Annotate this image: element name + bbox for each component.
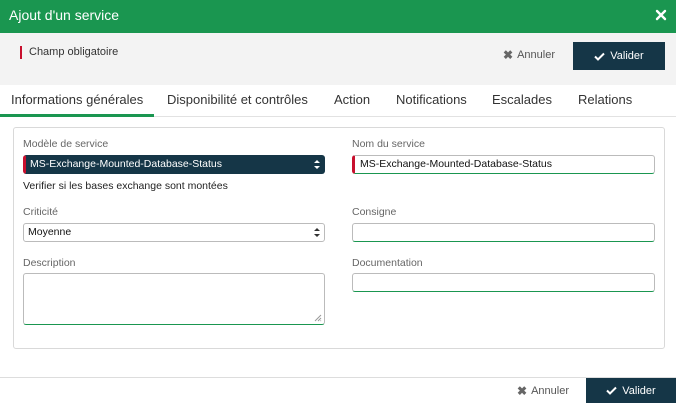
submit-label: Valider [610, 50, 644, 62]
resize-grip-icon[interactable] [314, 314, 322, 322]
cancel-label: Annuler [517, 49, 555, 61]
close-icon: ✖ [517, 384, 528, 398]
documentation-input[interactable] [352, 273, 655, 292]
service-name-value: MS-Exchange-Mounted-Database-Status [360, 158, 553, 170]
select-arrows-icon [314, 228, 320, 237]
cancel-label: Annuler [531, 385, 569, 397]
service-name-label: Nom du service [352, 138, 425, 150]
submit-label: Valider [622, 384, 656, 397]
documentation-label: Documentation [352, 257, 423, 269]
cancel-button-top[interactable]: ✖ Annuler [503, 47, 555, 63]
tab-disponibilite-controles[interactable]: Disponibilité et contrôles [167, 92, 308, 107]
select-arrows-icon [314, 160, 320, 169]
service-model-hint: Verifier si les bases exchange sont mont… [23, 180, 228, 192]
required-note: Champ obligatoire [20, 46, 118, 59]
criticality-value: Moyenne [28, 226, 72, 238]
check-icon [594, 52, 605, 61]
cancel-button-bottom[interactable]: ✖ Annuler [517, 383, 569, 399]
description-textarea[interactable] [23, 273, 325, 325]
dialog-footer [0, 377, 676, 403]
dialog-title: Ajout d'un service [9, 7, 120, 23]
tab-informations-generales[interactable]: Informations générales [0, 92, 154, 117]
check-icon [606, 386, 617, 395]
description-label: Description [23, 257, 76, 269]
submit-button-top[interactable]: Valider [573, 42, 665, 70]
dialog-header: Ajout d'un service [0, 0, 676, 33]
instruction-label: Consigne [352, 206, 397, 218]
criticality-select[interactable]: Moyenne [23, 223, 325, 242]
tab-action[interactable]: Action [334, 92, 370, 107]
service-model-value: MS-Exchange-Mounted-Database-Status [30, 158, 223, 170]
service-name-input[interactable]: MS-Exchange-Mounted-Database-Status [352, 155, 655, 174]
tab-escalades[interactable]: Escalades [492, 92, 552, 107]
close-icon[interactable] [654, 8, 668, 22]
service-model-select[interactable]: MS-Exchange-Mounted-Database-Status [23, 155, 325, 174]
service-model-label: Modèle de service [23, 138, 109, 150]
tab-bar: Informations générales Disponibilité et … [0, 85, 676, 117]
instruction-input[interactable] [352, 223, 655, 242]
close-icon: ✖ [503, 48, 514, 62]
submit-button-bottom[interactable]: Valider [586, 378, 676, 403]
tab-notifications[interactable]: Notifications [396, 92, 467, 107]
criticality-label: Criticité [23, 206, 59, 218]
tab-relations[interactable]: Relations [578, 92, 632, 107]
